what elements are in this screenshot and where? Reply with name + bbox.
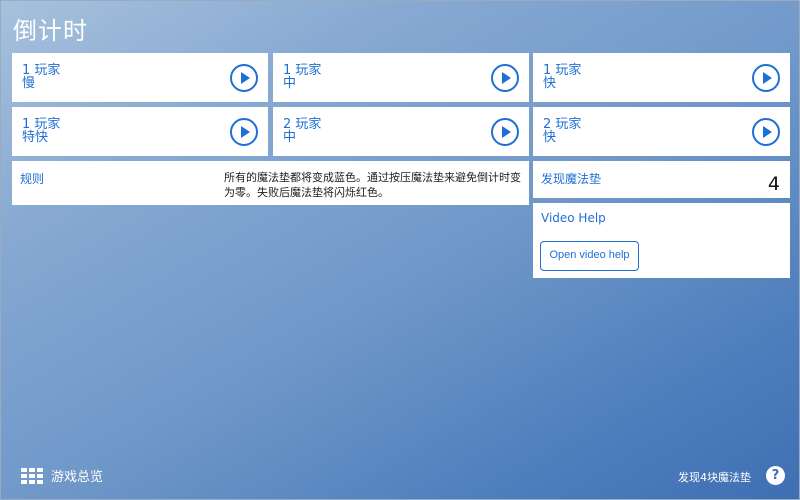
mode-label: 2 玩家快 [543,117,582,145]
video-help-title: Video Help [541,211,606,225]
mode-card-1p-medium[interactable]: 1 玩家中 [273,53,529,102]
play-button[interactable] [491,118,519,146]
play-icon [241,72,250,84]
play-icon [502,72,511,84]
play-button[interactable] [752,64,780,92]
mode-label: 1 玩家慢 [22,63,61,91]
mode-card-1p-slow[interactable]: 1 玩家慢 [12,53,268,102]
found-pads-count: 4 [767,173,780,195]
found-pads-label: 发现魔法垫 [541,172,602,186]
mode-card-2p-medium[interactable]: 2 玩家中 [273,107,529,156]
play-icon [241,126,250,138]
rules-panel: 规则 所有的魔法垫都将变成蓝色。通过按压魔法垫来避免倒计时变为零。失败后魔法垫将… [12,161,529,205]
video-help-panel: Video Help Open video help [533,203,790,278]
help-icon[interactable]: ? [766,466,785,485]
game-overview-label: 游戏总览 [51,470,104,485]
game-overview-button[interactable]: 游戏总览 [21,466,103,485]
play-button[interactable] [230,118,258,146]
play-icon [763,72,772,84]
mode-card-1p-extra-fast[interactable]: 1 玩家 特快 [12,107,268,156]
play-button[interactable] [752,118,780,146]
rules-title: 规则 [20,172,45,186]
mode-label: 1 玩家中 [283,63,322,91]
mode-label: 1 玩家 特快 [22,117,61,145]
open-video-help-button[interactable]: Open video help [540,241,639,271]
status-text: 发现4块魔法垫 [678,471,751,484]
mode-label: 2 玩家中 [283,117,322,145]
page-title: 倒计时 [13,17,88,45]
found-pads-panel: 发现魔法垫 4 [533,161,790,198]
mode-card-1p-fast[interactable]: 1 玩家快 [533,53,790,102]
grid-icon [21,467,43,484]
rules-text: 所有的魔法垫都将变成蓝色。通过按压魔法垫来避免倒计时变为零。失败后魔法垫将闪烁红… [224,171,521,199]
play-icon [502,126,511,138]
mode-label: 1 玩家快 [543,63,582,91]
play-button[interactable] [491,64,519,92]
mode-card-2p-fast[interactable]: 2 玩家快 [533,107,790,156]
play-button[interactable] [230,64,258,92]
play-icon [763,126,772,138]
